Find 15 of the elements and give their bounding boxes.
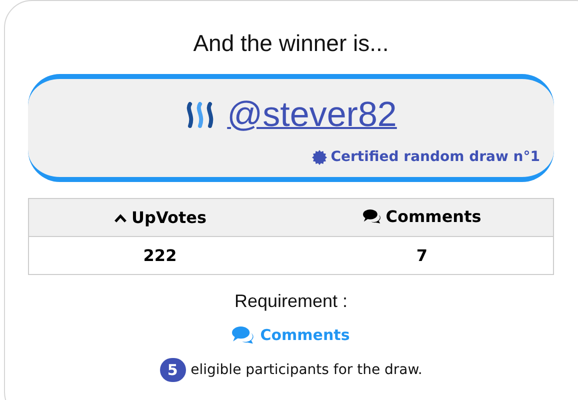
- requirement-label: Requirement :: [234, 291, 348, 312]
- seal-icon: [312, 150, 327, 164]
- requirement-item: Comments: [260, 326, 350, 344]
- column-label: Comments: [386, 207, 482, 226]
- table-cell: 7: [291, 236, 554, 274]
- count-badge: 5: [160, 358, 186, 382]
- chevron-up-icon: [114, 212, 127, 223]
- comments-icon: [232, 326, 254, 344]
- comments-icon: [362, 209, 381, 224]
- table-cell: 222: [28, 236, 291, 274]
- column-label: UpVotes: [132, 208, 206, 228]
- heading: And the winner is...: [193, 30, 389, 58]
- eligible-text: eligible participants for the draw.: [190, 362, 422, 378]
- winner-username-link[interactable]: @stever82: [227, 95, 397, 135]
- certificate-label: Certified random draw n°1: [330, 149, 540, 165]
